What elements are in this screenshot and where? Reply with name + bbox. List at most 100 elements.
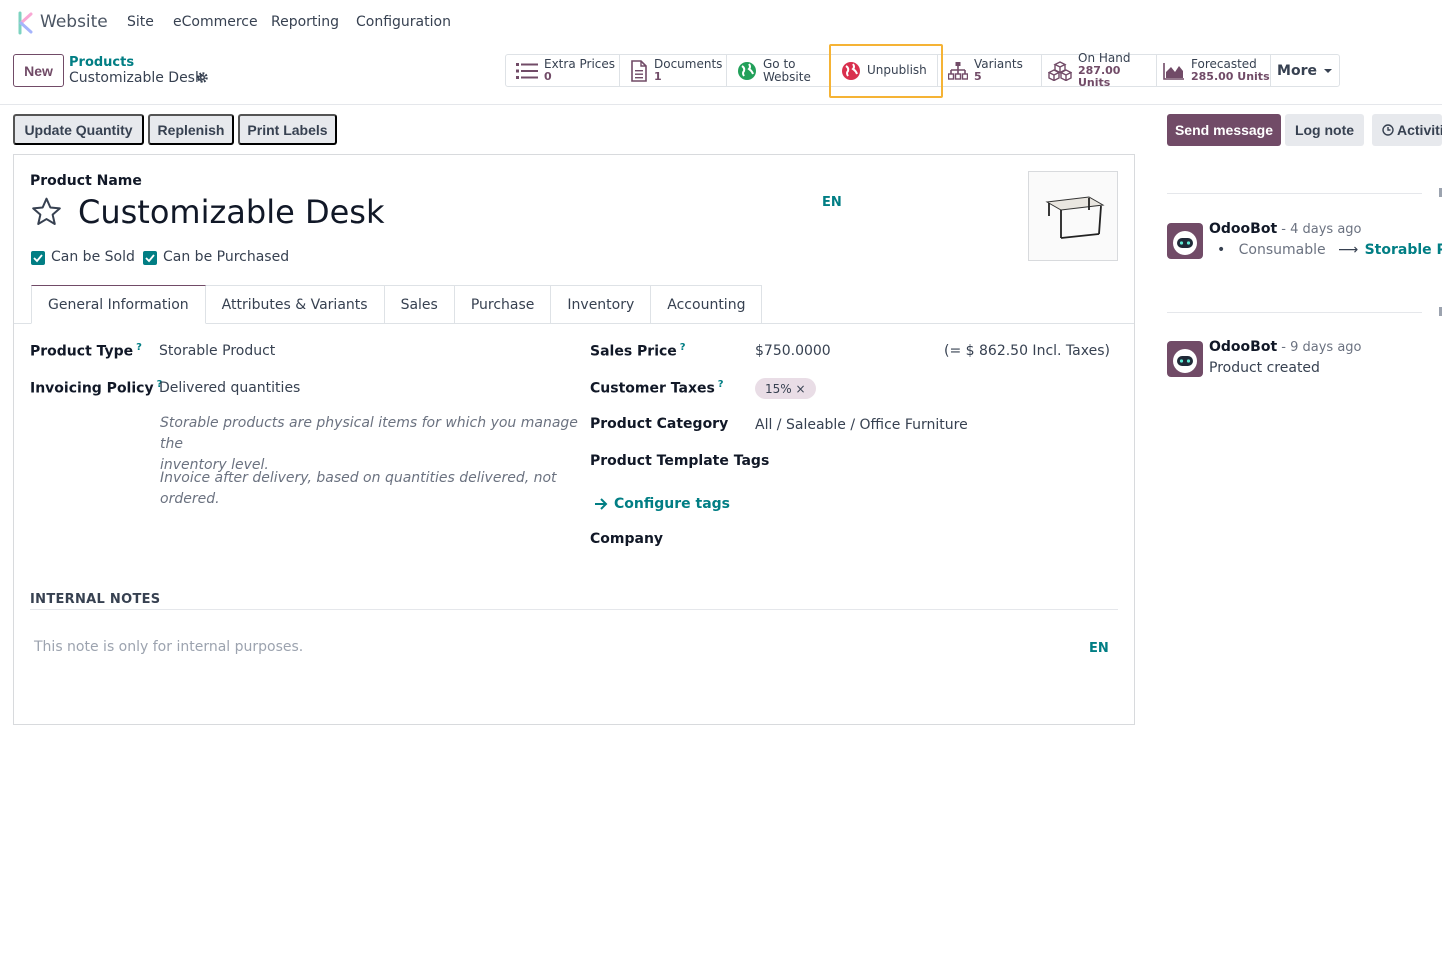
can-be-sold-label: Can be Sold — [51, 249, 135, 265]
on-hand-value: 287.00 Units — [1078, 64, 1121, 89]
globe-unpublish-icon — [842, 61, 860, 80]
star-icon[interactable] — [30, 196, 63, 228]
header-divider — [0, 104, 1442, 105]
message-date: - 9 days ago — [1277, 340, 1362, 355]
product-type-label: Product Type? — [30, 342, 142, 360]
log-note-button[interactable]: Log note — [1285, 114, 1364, 146]
product-name-field[interactable]: Customizable Desk — [78, 193, 384, 231]
configure-tags-link[interactable]: Configure tags — [594, 496, 730, 512]
tab-attributes-variants[interactable]: Attributes & Variants — [205, 285, 385, 324]
forecasted-value: 285.00 Units — [1191, 70, 1270, 83]
tax-tag[interactable]: 15% × — [755, 378, 816, 399]
document-icon — [631, 59, 647, 82]
tooltip-icon[interactable]: ? — [680, 342, 686, 353]
update-quantity-button[interactable]: Update Quantity — [13, 114, 144, 145]
smart-buttons: Extra Prices 0 Documents 1 Go to Website… — [505, 52, 1340, 89]
arrow-right-icon — [595, 498, 608, 510]
breadcrumb-products[interactable]: Products — [69, 55, 134, 70]
sales-price-field[interactable]: $750.0000 — [755, 343, 831, 359]
product-image[interactable] — [1028, 171, 1118, 261]
tracking-value: • Consumable ⟶ Storable Produ — [1217, 242, 1442, 258]
chatter-date-separator — [1167, 193, 1422, 194]
message-body: Product created — [1209, 360, 1320, 376]
globe-icon — [738, 61, 756, 80]
product-category-label: Product Category — [590, 416, 729, 432]
odoobot-avatar[interactable] — [1167, 223, 1203, 259]
product-type-field[interactable]: Storable Product — [159, 343, 275, 359]
product-category-field[interactable]: All / Saleable / Office Furniture — [755, 417, 968, 433]
company-label: Company — [590, 531, 664, 547]
product-name-label: Product Name — [30, 173, 142, 189]
invoicing-policy-field[interactable]: Delivered quantities — [159, 380, 300, 396]
variants-value: 5 — [974, 70, 982, 83]
odoobot-avatar[interactable] — [1167, 341, 1203, 377]
tooltip-icon[interactable]: ? — [136, 342, 142, 353]
on-hand-button[interactable]: On Hand 287.00 Units — [1042, 52, 1157, 89]
breadcrumb-current: Customizable Desk — [69, 70, 204, 86]
notebook-tabs: General Information Attributes & Variant… — [31, 285, 763, 324]
can-be-sold-checkbox[interactable] — [31, 251, 45, 265]
customer-taxes-label: Customer Taxes? — [590, 379, 724, 397]
replenish-button[interactable]: Replenish — [148, 114, 234, 145]
chatter-date-separator — [1167, 312, 1422, 313]
more-dropdown[interactable]: More — [1271, 55, 1339, 86]
top-navbar: Website Site eCommerce Reporting Configu… — [0, 0, 1442, 46]
caret-down-icon — [1323, 68, 1332, 73]
go-to-website-button[interactable]: Go to Website — [727, 55, 831, 86]
product-type-help: Storable products are physical items for… — [160, 415, 578, 473]
menu-configuration[interactable]: Configuration — [356, 14, 451, 30]
invoicing-help: Invoice after delivery, based on quantit… — [160, 470, 557, 507]
internal-notes-field[interactable]: This note is only for internal purposes. — [34, 639, 303, 655]
incl-taxes-text: (= $ 862.50 Incl. Taxes) — [944, 343, 1110, 359]
documents-label: Documents — [654, 57, 723, 71]
gear-icon[interactable] — [196, 71, 209, 84]
more-label: More — [1277, 62, 1317, 79]
unpublish-label: Unpublish — [867, 63, 927, 77]
menu-site[interactable]: Site — [127, 14, 154, 30]
can-be-purchased-label: Can be Purchased — [163, 249, 290, 265]
menu-ecommerce[interactable]: eCommerce — [173, 14, 258, 30]
area-chart-icon — [1163, 62, 1184, 80]
send-message-button[interactable]: Send message — [1167, 114, 1281, 146]
tab-inventory[interactable]: Inventory — [551, 285, 652, 324]
tab-general-information[interactable]: General Information — [31, 285, 206, 324]
extra-prices-value: 0 — [544, 70, 552, 83]
robot-face-icon — [1173, 349, 1197, 373]
activities-button[interactable]: Activiti — [1372, 114, 1442, 146]
internal-notes-divider — [30, 609, 1118, 610]
check-icon — [33, 254, 43, 263]
desk-image — [1045, 196, 1105, 239]
message-author[interactable]: OdooBot - 4 days ago — [1209, 221, 1362, 237]
print-labels-button[interactable]: Print Labels — [238, 114, 337, 145]
new-button[interactable]: New — [13, 54, 64, 87]
form-sheet: Product Name Customizable Desk EN Can be… — [13, 154, 1135, 725]
tab-purchase[interactable]: Purchase — [454, 285, 552, 324]
invoicing-policy-label: Invoicing Policy? — [30, 379, 163, 397]
tab-sales[interactable]: Sales — [384, 285, 455, 324]
documents-value: 1 — [654, 70, 662, 83]
message-date: - 4 days ago — [1277, 222, 1362, 237]
extra-prices-button[interactable]: Extra Prices 0 — [506, 55, 620, 86]
template-tags-label: Product Template Tags — [590, 453, 770, 469]
tracking-arrow: ⟶ — [1338, 242, 1359, 258]
forecasted-button[interactable]: Forecasted 285.00 Units — [1157, 55, 1271, 86]
unpublish-button[interactable]: Unpublish — [831, 55, 938, 86]
documents-button[interactable]: Documents 1 — [620, 55, 727, 86]
tracking-new-value: Storable Produ — [1364, 242, 1442, 258]
go-to-website-line1: Go to — [763, 56, 796, 71]
notes-lang-button[interactable]: EN — [1089, 641, 1109, 656]
tooltip-icon[interactable]: ? — [718, 379, 724, 390]
app-name[interactable]: Website — [40, 12, 108, 32]
website-app-icon[interactable] — [16, 11, 36, 35]
message-author[interactable]: OdooBot - 9 days ago — [1209, 339, 1362, 355]
can-be-purchased-checkbox[interactable] — [143, 251, 157, 265]
sitemap-icon — [948, 61, 968, 80]
lang-button[interactable]: EN — [822, 195, 842, 210]
internal-notes-title: INTERNAL NOTES — [30, 592, 161, 607]
variants-button[interactable]: Variants 5 — [938, 55, 1042, 86]
extra-prices-label: Extra Prices — [544, 57, 616, 71]
list-icon — [516, 62, 538, 79]
clock-icon — [1382, 124, 1394, 136]
tab-accounting[interactable]: Accounting — [651, 285, 763, 324]
menu-reporting[interactable]: Reporting — [271, 14, 339, 30]
